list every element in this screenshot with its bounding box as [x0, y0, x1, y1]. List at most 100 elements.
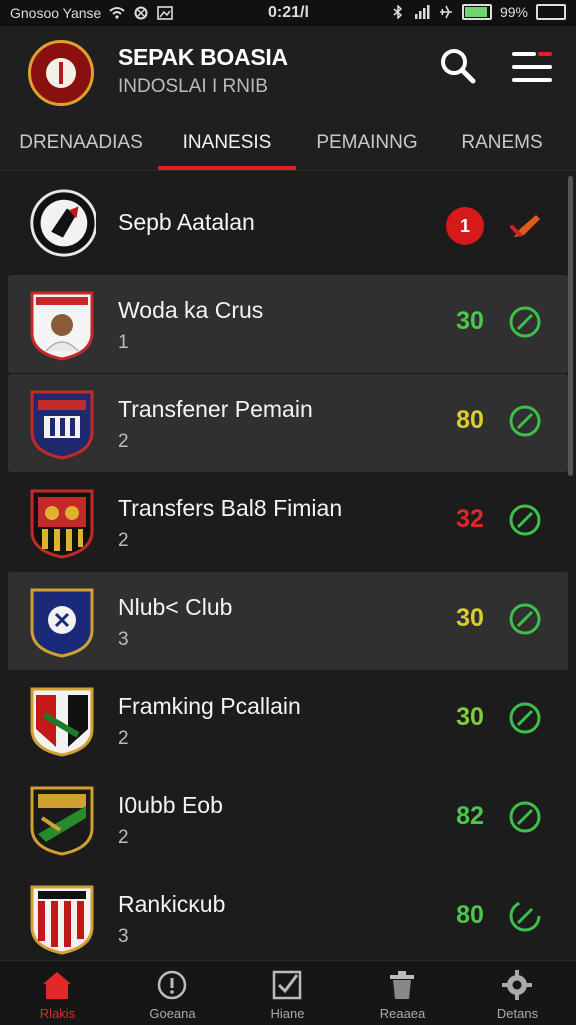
app-title: SEPAK BOASIA	[118, 44, 288, 70]
battery-icon	[461, 4, 492, 20]
nav-home[interactable]: Rlakis	[0, 961, 115, 1025]
club-name: Woda ka Crus	[118, 297, 264, 323]
settings-small-icon	[134, 6, 148, 20]
club-row[interactable]: Rankicĸub 3 80	[8, 869, 568, 960]
edit-icon[interactable]	[506, 207, 544, 245]
club-rank: 2	[118, 431, 129, 452]
club-row[interactable]: Woda ka Crus 1 30	[8, 275, 568, 373]
club-row[interactable]: Nlub< Club 3 30	[8, 572, 568, 670]
nav-label: Reaaea	[379, 1006, 426, 1021]
tab-label: PEMAINNG	[316, 132, 418, 153]
app-header: SEPAK BOASIA INDOSLAI I RNIB	[0, 26, 576, 116]
app-logo	[28, 40, 94, 106]
nav-label: Goeana	[149, 1006, 196, 1021]
nav-label: Hiane	[270, 1006, 305, 1021]
list-scrollbar[interactable]	[568, 176, 573, 476]
app-subtitle: INDOSLAI I RNIB	[118, 76, 268, 97]
active-tab-indicator	[158, 166, 296, 170]
club-score: 32	[456, 505, 484, 533]
tab-drenaadias[interactable]: DRENAADIAS	[0, 116, 162, 170]
club-score: 30	[456, 307, 484, 335]
nav-hiane[interactable]: Hiane	[230, 961, 345, 1025]
status-time: 0:21/l	[268, 4, 309, 21]
club-name: Nlub< Club	[118, 594, 233, 620]
club-crest-icon	[30, 588, 94, 658]
featured-club-name: Sepb Aatalan	[118, 209, 255, 235]
club-score: 80	[456, 901, 484, 929]
tab-inanesis[interactable]: INANESIS	[158, 116, 296, 170]
status-left: Gnosoo Yanse	[10, 5, 174, 21]
club-score: 80	[456, 406, 484, 434]
club-crest-icon	[30, 489, 94, 559]
club-crest-icon	[30, 885, 94, 955]
status-bar: Gnosoo Yanse 0:21/l 99%	[0, 0, 576, 26]
tab-bar: DRENAADIAS INANESIS PEMAINNG RANEMS	[0, 116, 576, 171]
gallery-icon	[157, 6, 174, 20]
nav-reaaea[interactable]: Reaaea	[345, 961, 460, 1025]
check-icon[interactable]	[508, 305, 542, 339]
check-icon[interactable]	[508, 701, 542, 735]
menu-bar-top-accent	[538, 52, 552, 56]
club-name: I0ubb Eob	[118, 792, 223, 818]
club-name: Transfener Pemain	[118, 396, 313, 422]
club-score: 30	[456, 604, 484, 632]
club-name: Rankicĸub	[118, 891, 226, 917]
airplane-icon	[439, 5, 452, 19]
nav-label: Rlakis	[39, 1006, 76, 1021]
club-crest-icon	[30, 390, 94, 460]
club-rank: 2	[118, 728, 129, 749]
nav-detans[interactable]: Detans	[460, 961, 575, 1025]
logo-emblem	[46, 58, 76, 88]
tab-ranems[interactable]: RANEMS	[436, 116, 568, 170]
menu-bar-middle	[512, 65, 552, 69]
carrier-label: Gnosoo Yanse	[10, 5, 102, 21]
club-rank: 2	[118, 827, 129, 848]
club-crest-icon	[30, 291, 94, 361]
club-name: Framking Pcallain	[118, 693, 301, 719]
club-rank: 3	[118, 629, 129, 650]
club-list: Sepb Aatalan 1 Woda ka Crus 1 30 Transfe…	[0, 171, 576, 960]
club-score: 30	[456, 703, 484, 731]
tab-label: DRENAADIAS	[19, 132, 143, 153]
club-crest-icon	[30, 687, 94, 757]
club-rank: 2	[118, 530, 129, 551]
club-rank: 3	[118, 926, 129, 947]
check-icon[interactable]	[508, 899, 542, 933]
club-crest-icon	[30, 786, 94, 856]
club-name: Transfers Bal8 Fimian	[118, 495, 343, 521]
menu-button[interactable]	[512, 50, 552, 84]
club-row[interactable]: Transfener Pemain 2 80	[8, 374, 568, 472]
trash-icon	[390, 971, 414, 999]
nav-goeana[interactable]: Goeana	[115, 961, 230, 1025]
status-right: 99%	[390, 4, 566, 20]
bluetooth-icon	[393, 5, 403, 19]
club-score: 82	[456, 802, 484, 830]
check-icon[interactable]	[508, 800, 542, 834]
battery-percent: 99%	[499, 4, 528, 20]
nav-label: Detans	[496, 1006, 539, 1021]
wifi-icon	[109, 7, 125, 19]
notification-badge: 1	[446, 207, 484, 245]
menu-bar-top	[512, 52, 536, 56]
check-icon[interactable]	[508, 503, 542, 537]
featured-row[interactable]: Sepb Aatalan 1	[0, 175, 576, 273]
search-icon[interactable]	[438, 46, 478, 86]
check-icon[interactable]	[508, 602, 542, 636]
club-row[interactable]: Framking Pcallain 2 30	[8, 671, 568, 769]
check-icon[interactable]	[508, 404, 542, 438]
menu-bar-bottom	[512, 78, 552, 82]
home-icon	[43, 972, 71, 999]
tab-label: INANESIS	[182, 132, 272, 153]
checklist-icon	[272, 970, 302, 1000]
tab-pemainng[interactable]: PEMAINNG	[298, 116, 436, 170]
club-row[interactable]: Transfers Bal8 Fimian 2 32	[8, 473, 568, 571]
tab-label: RANEMS	[461, 132, 543, 153]
club-crest-icon	[30, 189, 96, 257]
club-rank: 1	[118, 332, 129, 353]
bottom-nav: Rlakis Goeana Hiane Reaaea Detans	[0, 960, 576, 1025]
signal-icon	[414, 5, 430, 19]
info-icon	[157, 970, 187, 1000]
gear-icon	[502, 970, 532, 1000]
battery-outline-icon	[536, 4, 566, 20]
club-row[interactable]: I0ubb Eob 2 82	[8, 770, 568, 868]
